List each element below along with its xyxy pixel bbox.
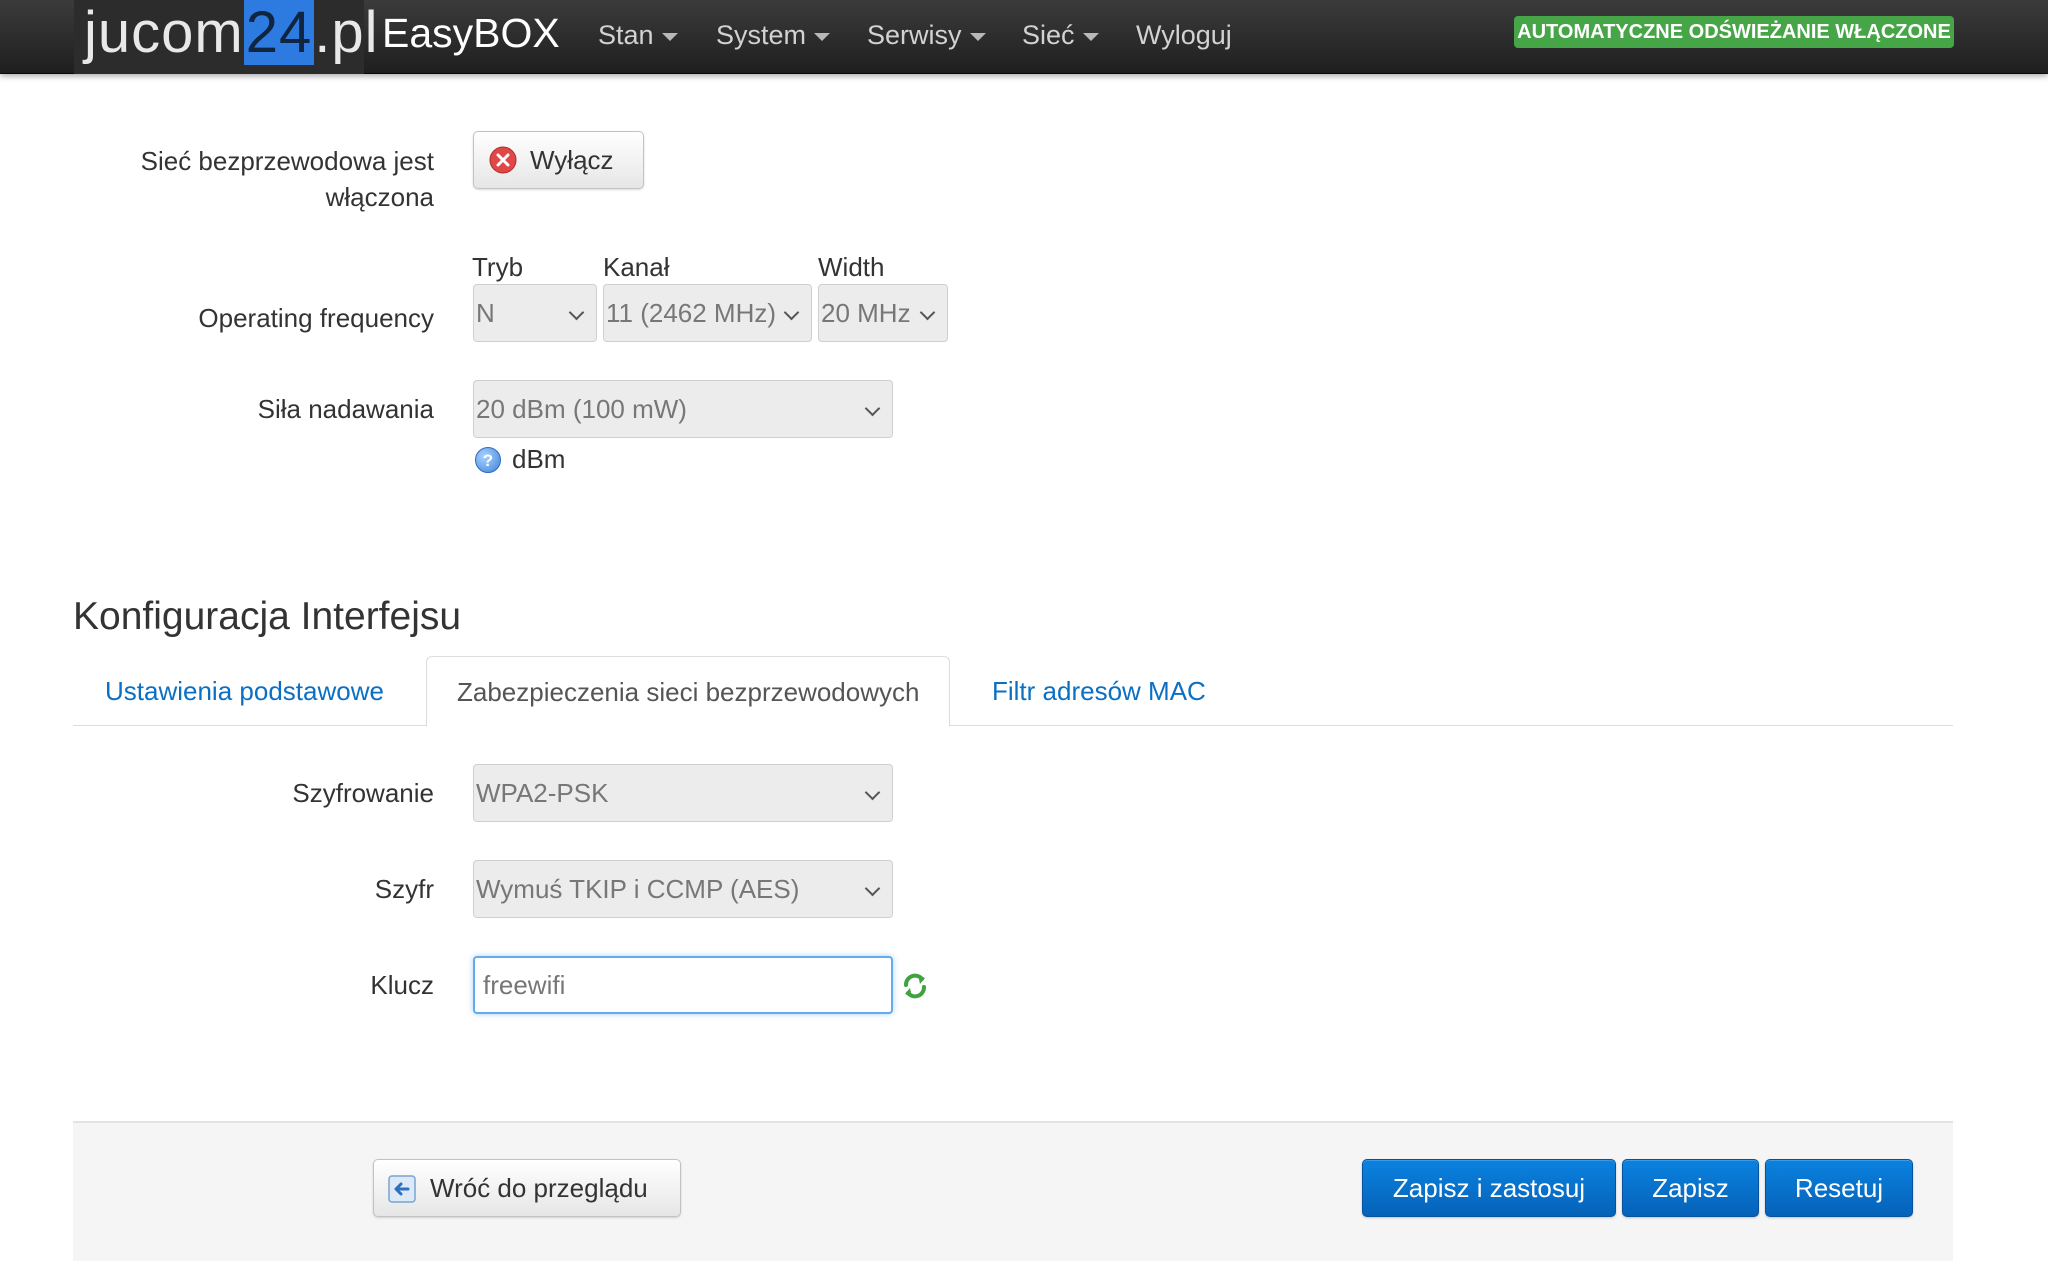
tx-power-label: Siła nadawania xyxy=(257,394,434,424)
form-actions-bar: Wróć do przeglądu Zapisz i zastosuj Zapi… xyxy=(73,1121,1953,1261)
wireless-disable-button[interactable]: Wyłącz xyxy=(473,131,644,189)
site-logo[interactable]: jucom24.pl xyxy=(74,0,377,74)
chevron-down-icon xyxy=(783,304,800,321)
brand-name[interactable]: EasyBOX xyxy=(382,8,560,58)
chevron-down-icon xyxy=(568,304,585,321)
tab-wireless-security[interactable]: Zabezpieczenia sieci bezprzewodowych xyxy=(426,656,951,727)
wireless-status-label: Sieć bezprzewodowa jest włączona xyxy=(140,146,434,212)
back-arrow-icon xyxy=(388,1175,416,1203)
nav-menu-stan[interactable]: Stan xyxy=(598,18,678,52)
channel-title: Kanał xyxy=(603,252,670,282)
back-to-overview-button[interactable]: Wróć do przeglądu xyxy=(373,1159,681,1217)
nav-menu-siec[interactable]: Sieć xyxy=(1022,18,1099,52)
chevron-down-icon xyxy=(919,304,936,321)
tx-power-select[interactable]: 20 dBm (100 mW) xyxy=(473,380,893,438)
section-title: Konfiguracja Interfejsu xyxy=(73,595,462,638)
nav-logout[interactable]: Wyloguj xyxy=(1136,18,1232,52)
mode-select[interactable]: N xyxy=(473,284,597,342)
key-input[interactable]: freewifi xyxy=(473,956,893,1014)
width-title: Width xyxy=(818,252,885,282)
caret-down-icon xyxy=(1082,32,1099,41)
mode-title: Tryb xyxy=(472,252,524,282)
back-to-overview-label: Wróć do przeglądu xyxy=(430,1173,648,1203)
channel-select[interactable]: 11 (2462 MHz) xyxy=(603,284,812,342)
operating-frequency-label: Operating frequency xyxy=(198,303,434,333)
auto-refresh-badge[interactable]: AUTOMATYCZNE ODŚWIEŻANIE WŁĄCZONE xyxy=(1514,16,1954,48)
help-icon[interactable]: ? xyxy=(475,447,501,473)
save-and-apply-button[interactable]: Zapisz i zastosuj xyxy=(1362,1159,1616,1217)
nav-menu-serwisy[interactable]: Serwisy xyxy=(867,18,986,52)
nav-menu-system[interactable]: System xyxy=(716,18,831,52)
width-select[interactable]: 20 MHz xyxy=(818,284,948,342)
cipher-select[interactable]: Wymuś TKIP i CCMP (AES) xyxy=(473,860,893,918)
encryption-label: Szyfrowanie xyxy=(292,778,434,808)
key-label: Klucz xyxy=(370,970,434,1000)
chevron-down-icon xyxy=(864,784,881,801)
caret-down-icon xyxy=(814,32,831,41)
caret-down-icon xyxy=(969,32,986,41)
cipher-label: Szyfr xyxy=(374,874,434,904)
tx-power-unit: dBm xyxy=(512,444,566,474)
encryption-select[interactable]: WPA2-PSK xyxy=(473,764,893,822)
reset-button[interactable]: Resetuj xyxy=(1765,1159,1913,1217)
caret-down-icon xyxy=(661,32,678,41)
tab-mac-filter[interactable]: Filtr adresów MAC xyxy=(962,656,1236,726)
chevron-down-icon xyxy=(864,400,881,417)
close-circle-icon xyxy=(489,146,517,174)
logo-highlight: 24 xyxy=(243,0,315,65)
tab-basic-settings[interactable]: Ustawienia podstawowe xyxy=(75,656,414,726)
top-navbar: jucom24.pl EasyBOX Stan System Serwisy S… xyxy=(0,0,2048,74)
refresh-icon[interactable] xyxy=(902,972,928,1000)
save-button[interactable]: Zapisz xyxy=(1622,1159,1759,1217)
wireless-disable-label: Wyłącz xyxy=(530,145,614,175)
chevron-down-icon xyxy=(864,880,881,897)
